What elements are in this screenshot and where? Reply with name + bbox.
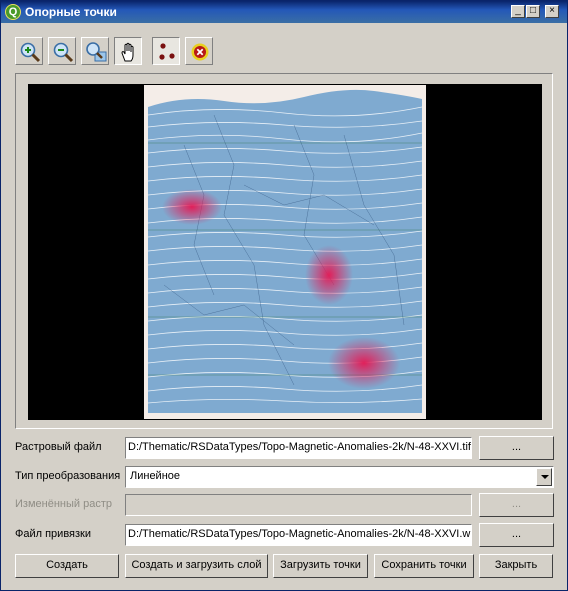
zoom-in-button[interactable] [15,37,43,65]
zoom-out-button[interactable] [48,37,76,65]
modified-raster-label: Изменённый растр [15,498,112,510]
delete-point-button[interactable] [185,37,213,65]
create-button[interactable]: Создать [15,554,119,578]
pan-icon [121,42,134,62]
map-canvas[interactable] [28,84,542,420]
transform-type-label: Тип преобразования [15,470,121,482]
world-file-label: Файл привязки [15,528,91,540]
raster-file-field[interactable]: D:/Thematic/RSDataTypes/Topo-Magnetic-An… [125,437,472,459]
zoom-to-layer-button[interactable] [81,37,109,65]
zoom-to-layer-icon [86,42,107,62]
close-button[interactable]: Закрыть [479,554,553,578]
title-bar: Q Опорные точки _ □ × [1,1,567,23]
zoom-in-icon [20,42,41,63]
map-canvas-frame [15,73,553,429]
raster-map-image [144,85,426,419]
transform-type-select[interactable]: Линейное [125,466,554,488]
modified-raster-field [125,494,472,516]
save-points-button[interactable]: Сохранить точки [374,554,474,578]
raster-file-label: Растровый файл [15,441,102,453]
delete-point-icon [191,43,209,61]
world-file-row: Файл привязки D:/Thematic/RSDataTypes/To… [15,523,555,547]
load-points-button[interactable]: Загрузить точки [273,554,368,578]
world-file-browse-button[interactable]: ... [479,523,554,547]
close-window-button[interactable]: × [545,5,559,18]
transform-type-value: Линейное [130,470,181,482]
pan-button[interactable] [114,37,142,65]
add-point-button[interactable] [152,37,180,65]
create-and-load-layer-button[interactable]: Создать и загрузить слой [125,554,268,578]
modified-raster-row: Изменённый растр ... [15,493,555,517]
world-file-field[interactable]: D:/Thematic/RSDataTypes/Topo-Magnetic-An… [125,524,472,546]
zoom-out-icon [53,42,74,63]
chevron-down-icon[interactable] [536,468,552,486]
raster-browse-button[interactable]: ... [479,436,554,460]
georeferencer-window: Q Опорные точки _ □ × Растровый файл D:/… [0,0,568,591]
raster-file-row: Растровый файл D:/Thematic/RSDataTypes/T… [15,436,555,460]
add-point-icon [159,43,175,60]
window-title: Опорные точки [25,5,117,19]
minimize-button[interactable]: _ [511,5,525,18]
modified-raster-browse-button: ... [479,493,554,517]
qgis-icon: Q [5,4,21,20]
maximize-button[interactable]: □ [526,5,540,18]
transform-type-row: Тип преобразования Линейное [15,466,555,488]
